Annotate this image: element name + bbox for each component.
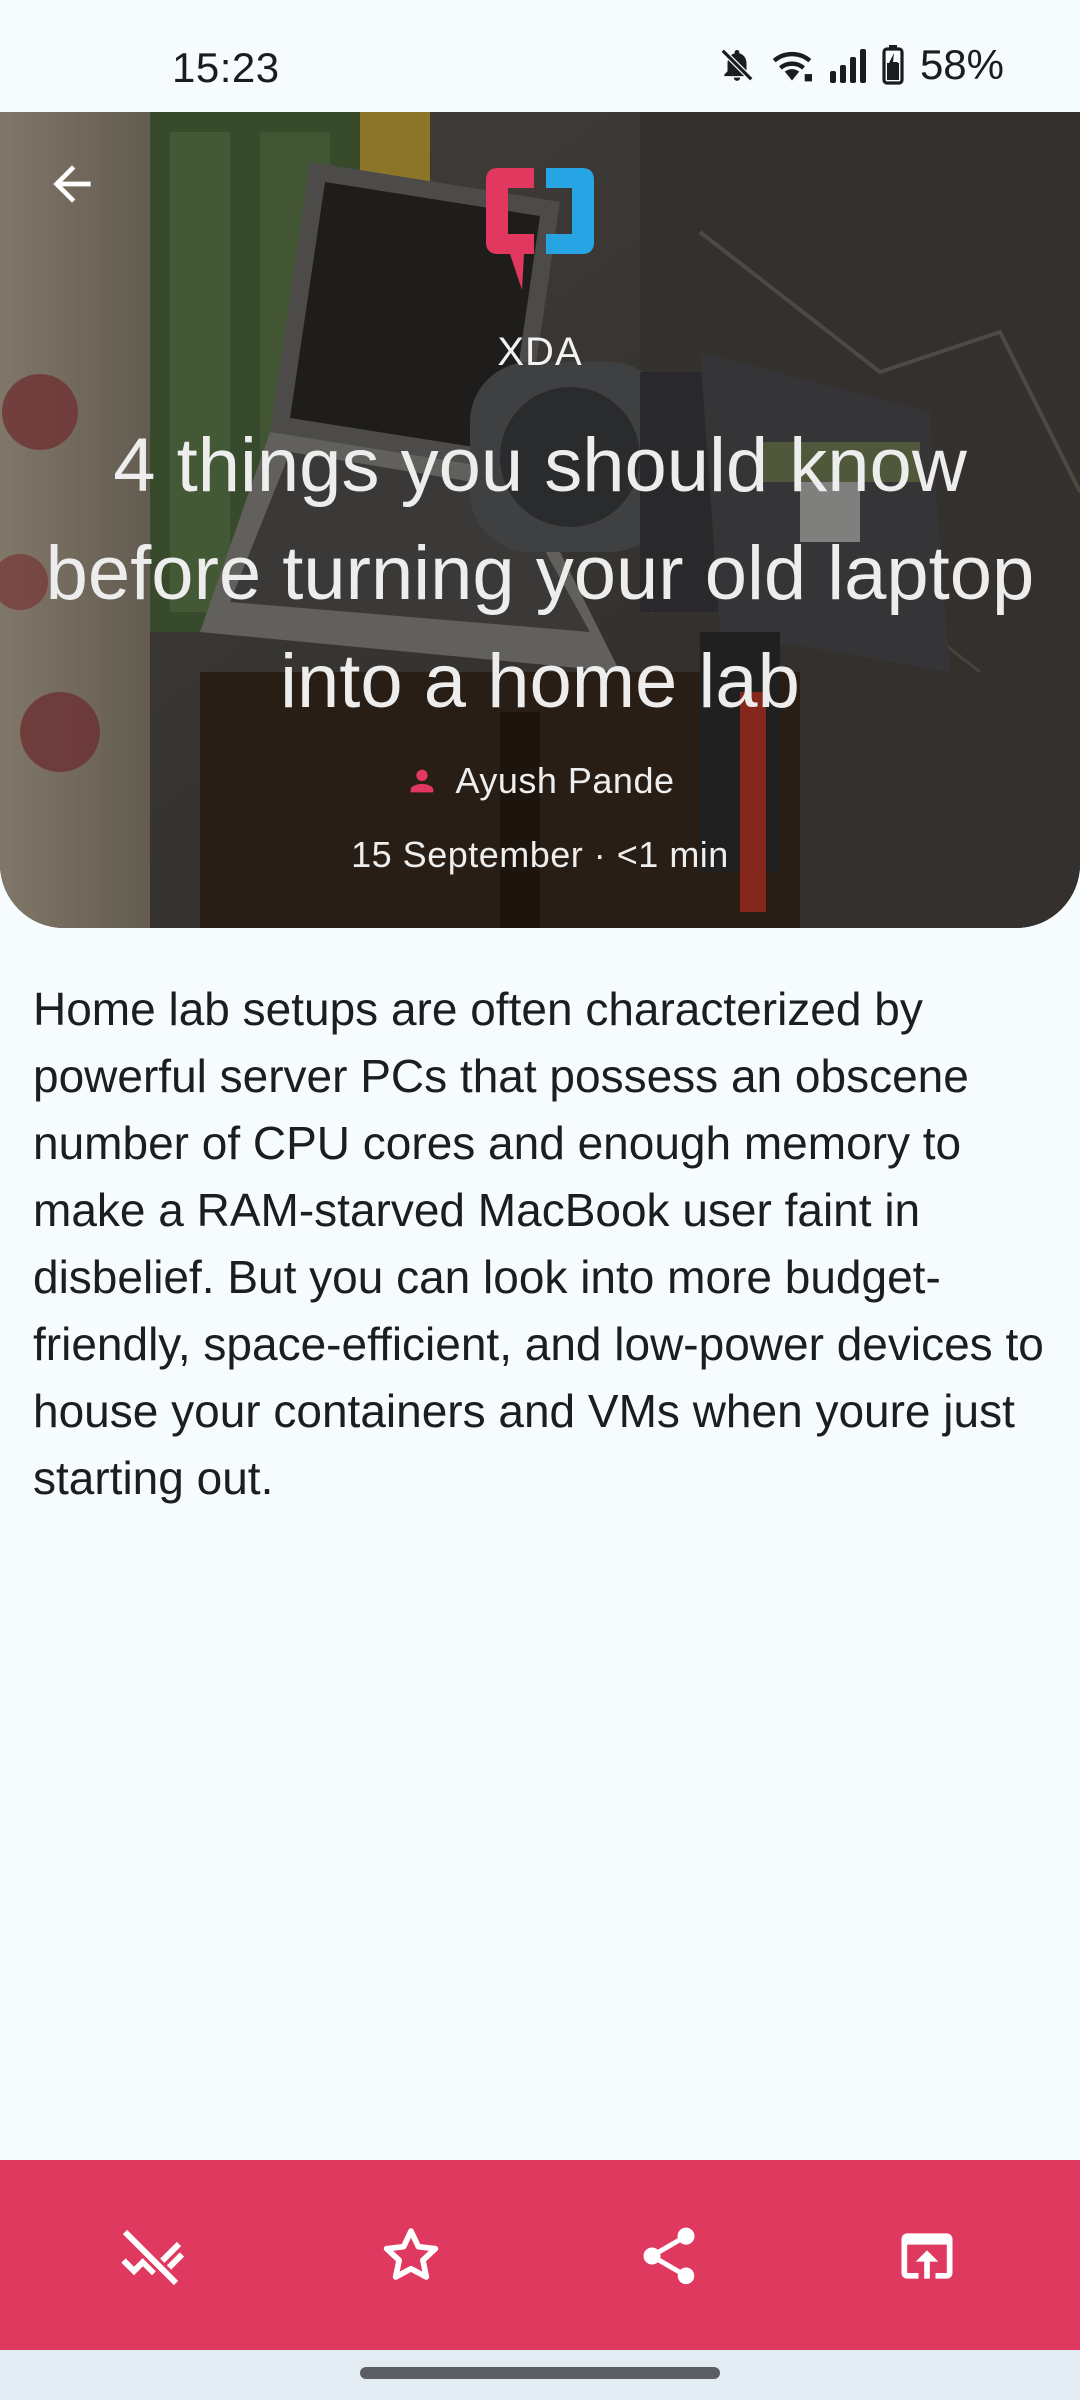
- wifi-icon: [770, 45, 814, 85]
- favorite-button[interactable]: [366, 2211, 456, 2301]
- open-in-browser-button[interactable]: [882, 2211, 972, 2301]
- author-row: Ayush Pande: [0, 760, 1080, 802]
- mark-read-icon: [120, 2227, 185, 2288]
- open-in-browser-icon: [901, 2233, 953, 2279]
- status-bar: 15:23 58%: [0, 0, 1080, 112]
- person-icon: [411, 769, 434, 793]
- xda-logo: [486, 168, 594, 290]
- mute-bell-icon: [718, 45, 756, 85]
- signal-icon: [828, 47, 868, 83]
- article-date-readtime: 15 September · <1 min: [351, 834, 729, 875]
- arrow-left-icon: [53, 165, 91, 203]
- gesture-nav-area: [0, 2350, 1080, 2400]
- back-button[interactable]: [36, 148, 108, 220]
- article-header: XDA 4 things you should know before turn…: [0, 112, 1080, 928]
- share-icon: [643, 2227, 695, 2285]
- bottom-action-bar: [0, 2160, 1080, 2350]
- home-gesture-handle[interactable]: [360, 2367, 720, 2379]
- app-screen: 15:23 58% XDA 4 things you should know b…: [0, 0, 1080, 2400]
- share-button[interactable]: [624, 2211, 714, 2301]
- source-name: XDA: [497, 330, 583, 374]
- status-time: 15:23: [172, 44, 280, 91]
- status-icons: 58%: [718, 40, 1004, 90]
- battery-percent: 58%: [919, 41, 1004, 88]
- author-name: Ayush Pande: [455, 760, 675, 801]
- article-body: Home lab setups are often characterized …: [33, 983, 1044, 1504]
- battery-charging-icon: [882, 45, 904, 85]
- article-title: 4 things you should know before turning …: [45, 423, 1035, 724]
- star-icon: [383, 2228, 439, 2280]
- mark-read-button[interactable]: [107, 2211, 197, 2301]
